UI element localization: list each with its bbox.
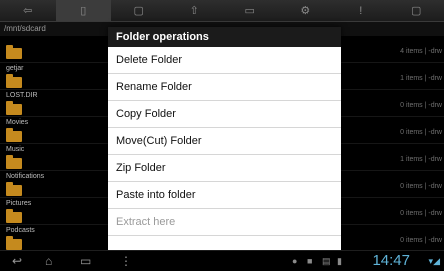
system-nav-bar: ↩ ⌂ ▭ ⋮ ● ■ ▤ ▮ 14:47 ▾◢: [0, 250, 444, 271]
extract-here-option: Extract here: [108, 209, 341, 236]
folder-icon: [6, 209, 22, 223]
toolbar: ⇦ ▯ ▢ ⇧ ▭ ⚙ ! ▢: [0, 0, 444, 22]
file-name: getjar: [6, 65, 24, 72]
zip-folder-option[interactable]: Zip Folder: [108, 155, 341, 182]
clock: 14:47: [372, 252, 410, 269]
dialog-title: Folder operations: [108, 27, 341, 47]
file-name: LOST.DIR: [6, 92, 38, 99]
info-icon[interactable]: !: [333, 0, 389, 21]
image-icon[interactable]: ▭: [222, 0, 278, 21]
gear-icon[interactable]: ⚙: [278, 0, 334, 21]
move-folder-option[interactable]: Move(Cut) Folder: [108, 128, 341, 155]
sdcard-icon[interactable]: ▯: [55, 0, 111, 21]
copy-folder-option[interactable]: Copy Folder: [108, 101, 341, 128]
folder-icon: [6, 128, 22, 142]
new-document-icon[interactable]: ▢: [389, 0, 444, 21]
file-meta: 4 items | -drw: [400, 48, 442, 55]
document-icon[interactable]: ▢: [111, 0, 167, 21]
folder-icon: [6, 74, 22, 88]
paste-into-folder-option[interactable]: Paste into folder: [108, 182, 341, 209]
usb-icon: ■: [307, 256, 313, 266]
file-name: Pictures: [6, 200, 32, 207]
arrow-up-icon[interactable]: ⇧: [167, 0, 223, 21]
back-arrow-icon[interactable]: ⇦: [0, 0, 56, 21]
delete-folder-option[interactable]: Delete Folder: [108, 47, 341, 74]
folder-icon: [6, 182, 22, 196]
notification-icon: ▤: [322, 256, 331, 266]
menu-icon[interactable]: ⋮: [120, 254, 132, 268]
folder-icon: [6, 236, 22, 250]
recent-apps-icon[interactable]: ▭: [80, 254, 91, 268]
folder-icon: [6, 45, 22, 59]
folder-operations-dialog: Folder operations Delete Folder Rename F…: [108, 27, 341, 263]
file-meta: 0 items | -drw: [400, 129, 442, 136]
folder-icon: [6, 101, 22, 115]
back-icon[interactable]: ↩: [12, 254, 22, 268]
file-meta: 0 items | -drw: [400, 237, 442, 244]
file-meta: 1 items | -drw: [400, 75, 442, 82]
file-meta: 0 items | -drw: [400, 183, 442, 190]
file-meta: 1 items | -drw: [400, 156, 442, 163]
file-name: Podcasts: [6, 227, 35, 234]
file-name: Movies: [6, 119, 29, 126]
file-meta: 0 items | -drw: [400, 210, 442, 217]
rename-folder-option[interactable]: Rename Folder: [108, 74, 341, 101]
file-name: Notifications: [6, 173, 45, 180]
folder-icon: [6, 155, 22, 169]
signal-icon: ▾◢: [428, 256, 440, 266]
sd-icon: ▮: [337, 256, 342, 266]
android-icon: ●: [292, 256, 298, 266]
file-meta: 0 items | -drw: [400, 102, 442, 109]
home-icon[interactable]: ⌂: [45, 254, 52, 268]
file-name: Music: [6, 146, 25, 153]
